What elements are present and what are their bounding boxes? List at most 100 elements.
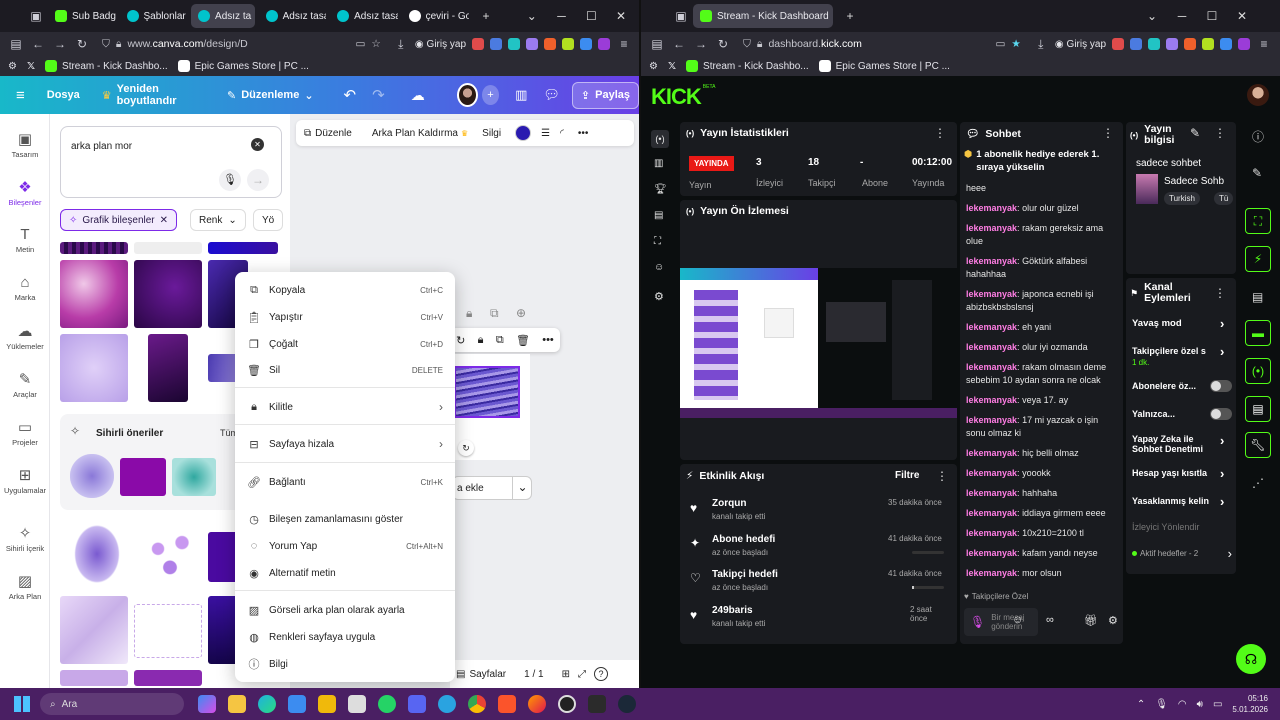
- action-subs-only[interactable]: Abonelere öz...: [1132, 380, 1232, 392]
- search-input[interactable]: arka plan mor: [71, 141, 132, 152]
- sidebar-toggle-icon[interactable]: ▤: [8, 37, 24, 51]
- clear-search-icon[interactable]: ✕: [251, 138, 264, 151]
- bookmark-epic[interactable]: Epic Games Store | PC ...: [818, 60, 950, 72]
- back-icon[interactable]: ←: [30, 37, 46, 51]
- extension-icon[interactable]: [598, 38, 610, 50]
- menu-alt-text[interactable]: ◉ Alternatif metin: [235, 562, 455, 584]
- pages-button[interactable]: ▤ Sayfalar: [456, 669, 506, 680]
- chat-settings-icon[interactable]: ⚙: [1108, 614, 1118, 627]
- element-thumbnail[interactable]: [140, 524, 200, 586]
- microphone-icon[interactable]: 🎙︎: [970, 615, 985, 629]
- minimize-icon[interactable]: ─: [549, 9, 575, 23]
- bookmark-star-icon[interactable]: ★: [1011, 38, 1020, 50]
- obs-icon[interactable]: [558, 695, 576, 713]
- reader-icon[interactable]: ▭: [355, 38, 365, 50]
- emoji-icon[interactable]: ☺: [1012, 614, 1023, 626]
- rail-tools[interactable]: ✎ Araçlar: [0, 370, 50, 399]
- whatsapp-icon[interactable]: [378, 695, 396, 713]
- filter-color-dropdown[interactable]: Renk ⌄: [190, 209, 246, 231]
- action-followers-only[interactable]: Takipçilere özel s ›: [1132, 346, 1232, 356]
- trading-app-icon[interactable]: [348, 695, 366, 713]
- corner-rounding-icon[interactable]: ◜: [560, 128, 564, 139]
- menu-set-background[interactable]: ▨ Görseli arka plan olarak ayarla: [235, 599, 455, 621]
- screen-icon[interactable]: ⛶: [654, 236, 661, 247]
- wifi-icon[interactable]: ◠: [1178, 699, 1187, 710]
- edit-mode-button[interactable]: ✎ Düzenleme ⌄: [227, 89, 314, 102]
- element-thumbnail[interactable]: [208, 532, 238, 582]
- windows-start-icon[interactable]: [14, 696, 30, 712]
- panel-menu-icon[interactable]: ⋮: [1102, 126, 1114, 140]
- clip-button[interactable]: ⛶: [1245, 208, 1271, 234]
- duplicate-page-icon[interactable]: ⧉: [490, 306, 499, 321]
- menu-duplicate[interactable]: ❐ Çoğalt Ctrl+D: [235, 333, 455, 355]
- tab-list-icon[interactable]: ⌄: [519, 9, 545, 23]
- settings-gear-icon[interactable]: ⚙: [8, 61, 17, 72]
- maximize-icon[interactable]: ☐: [1199, 9, 1225, 23]
- taskbar-search[interactable]: ⌕ Ara: [40, 693, 184, 715]
- suggestion-thumbnail[interactable]: [172, 458, 216, 496]
- menu-icon[interactable]: ≡: [616, 37, 632, 51]
- tab-1[interactable]: Sub Badge: [48, 4, 116, 28]
- edit-pencil-icon[interactable]: ✎: [1190, 126, 1200, 140]
- submit-arrow-icon[interactable]: →: [247, 169, 269, 191]
- tab-5[interactable]: Adsız tasar: [330, 4, 398, 28]
- firefox-icon[interactable]: [528, 695, 546, 713]
- signin-button[interactable]: ◉ Giriş yap: [415, 39, 466, 50]
- copilot-app-icon[interactable]: [198, 695, 216, 713]
- add-collaborator-icon[interactable]: +: [481, 85, 500, 105]
- info-icon[interactable]: ⓘ: [1252, 128, 1264, 145]
- bookmark-epic[interactable]: Epic Games Store | PC ...: [177, 60, 309, 72]
- tray-chevron-icon[interactable]: ⌃: [1137, 699, 1145, 710]
- bookmark-star-icon[interactable]: ☆: [371, 38, 380, 50]
- more-options-icon[interactable]: •••: [578, 128, 589, 139]
- search-box[interactable]: arka plan mor ✕ 🎙︎ →: [60, 126, 282, 198]
- element-thumbnail[interactable]: [208, 354, 238, 382]
- rail-elements[interactable]: ❖ Bileşenler: [0, 178, 50, 207]
- sidebar-toggle-icon[interactable]: ▤: [649, 37, 665, 51]
- element-thumbnail[interactable]: [134, 670, 202, 686]
- element-thumbnail[interactable]: [60, 596, 128, 664]
- new-tab-icon[interactable]: +: [837, 9, 863, 23]
- element-thumbnail[interactable]: [60, 260, 128, 328]
- action-banned-words[interactable]: Yasaklanmış kelin ›: [1132, 496, 1232, 506]
- rail-projects[interactable]: ▭ Projeler: [0, 418, 50, 447]
- element-thumbnail[interactable]: [60, 242, 128, 254]
- element-thumbnail[interactable]: [208, 596, 238, 664]
- tab-3-active[interactable]: Adsız ta✕: [191, 4, 255, 28]
- extension-icon[interactable]: [508, 38, 520, 50]
- tab-overview-icon[interactable]: ▣: [673, 9, 689, 23]
- subs-only-toggle[interactable]: [1210, 380, 1232, 392]
- close-window-icon[interactable]: ✕: [608, 9, 634, 23]
- cloud-save-icon[interactable]: ☁: [411, 87, 425, 104]
- maximize-icon[interactable]: ☐: [578, 9, 604, 23]
- edit-icon[interactable]: ✎: [1252, 166, 1262, 180]
- filter-chip-graphics[interactable]: ✧ Grafik bileşenler ✕: [60, 209, 178, 231]
- extension-icon[interactable]: [1202, 38, 1214, 50]
- kick-emotes-icon[interactable]: ∞: [1046, 614, 1054, 626]
- action-limited[interactable]: Yalnızca...: [1132, 408, 1232, 420]
- menu-paste[interactable]: 📋︎ Yapıştır Ctrl+V: [235, 306, 455, 328]
- edge-icon[interactable]: [258, 695, 276, 713]
- library-icon[interactable]: ▤: [654, 210, 663, 221]
- resize-button[interactable]: ♛ Yeniden boyutlandır: [102, 83, 205, 107]
- extension-icon[interactable]: [1148, 38, 1160, 50]
- element-thumbnail[interactable]: [134, 260, 202, 328]
- tab-overview-icon[interactable]: ▣: [28, 9, 44, 23]
- extension-icon[interactable]: [1112, 38, 1124, 50]
- menu-timing[interactable]: ◷ Bileşen zamanlamasını göster: [235, 508, 455, 530]
- reload-icon[interactable]: ↻: [74, 37, 90, 51]
- rail-design[interactable]: ▣ Tasarım: [0, 130, 50, 159]
- extension-icon[interactable]: [544, 38, 556, 50]
- close-window-icon[interactable]: ✕: [1229, 9, 1255, 23]
- share-icon[interactable]: ⋰: [1252, 476, 1264, 490]
- trash-icon[interactable]: 🗑︎: [516, 334, 530, 347]
- menu-lock[interactable]: 🔒︎ Kilitle ›: [235, 396, 455, 418]
- tab-2[interactable]: Şablonlar: [120, 4, 188, 28]
- share-button[interactable]: ⇪ Paylaş: [571, 81, 639, 109]
- forward-icon[interactable]: →: [693, 37, 709, 51]
- undo-icon[interactable]: ↶: [344, 86, 357, 104]
- chat-input[interactable]: 🎙︎ Bir mesaj gönderin: [964, 608, 1038, 636]
- lock-icon[interactable]: 🔒︎: [478, 334, 484, 347]
- file-explorer-icon[interactable]: [228, 695, 246, 713]
- menu-delete[interactable]: 🗑︎ Sil DELETE: [235, 359, 455, 381]
